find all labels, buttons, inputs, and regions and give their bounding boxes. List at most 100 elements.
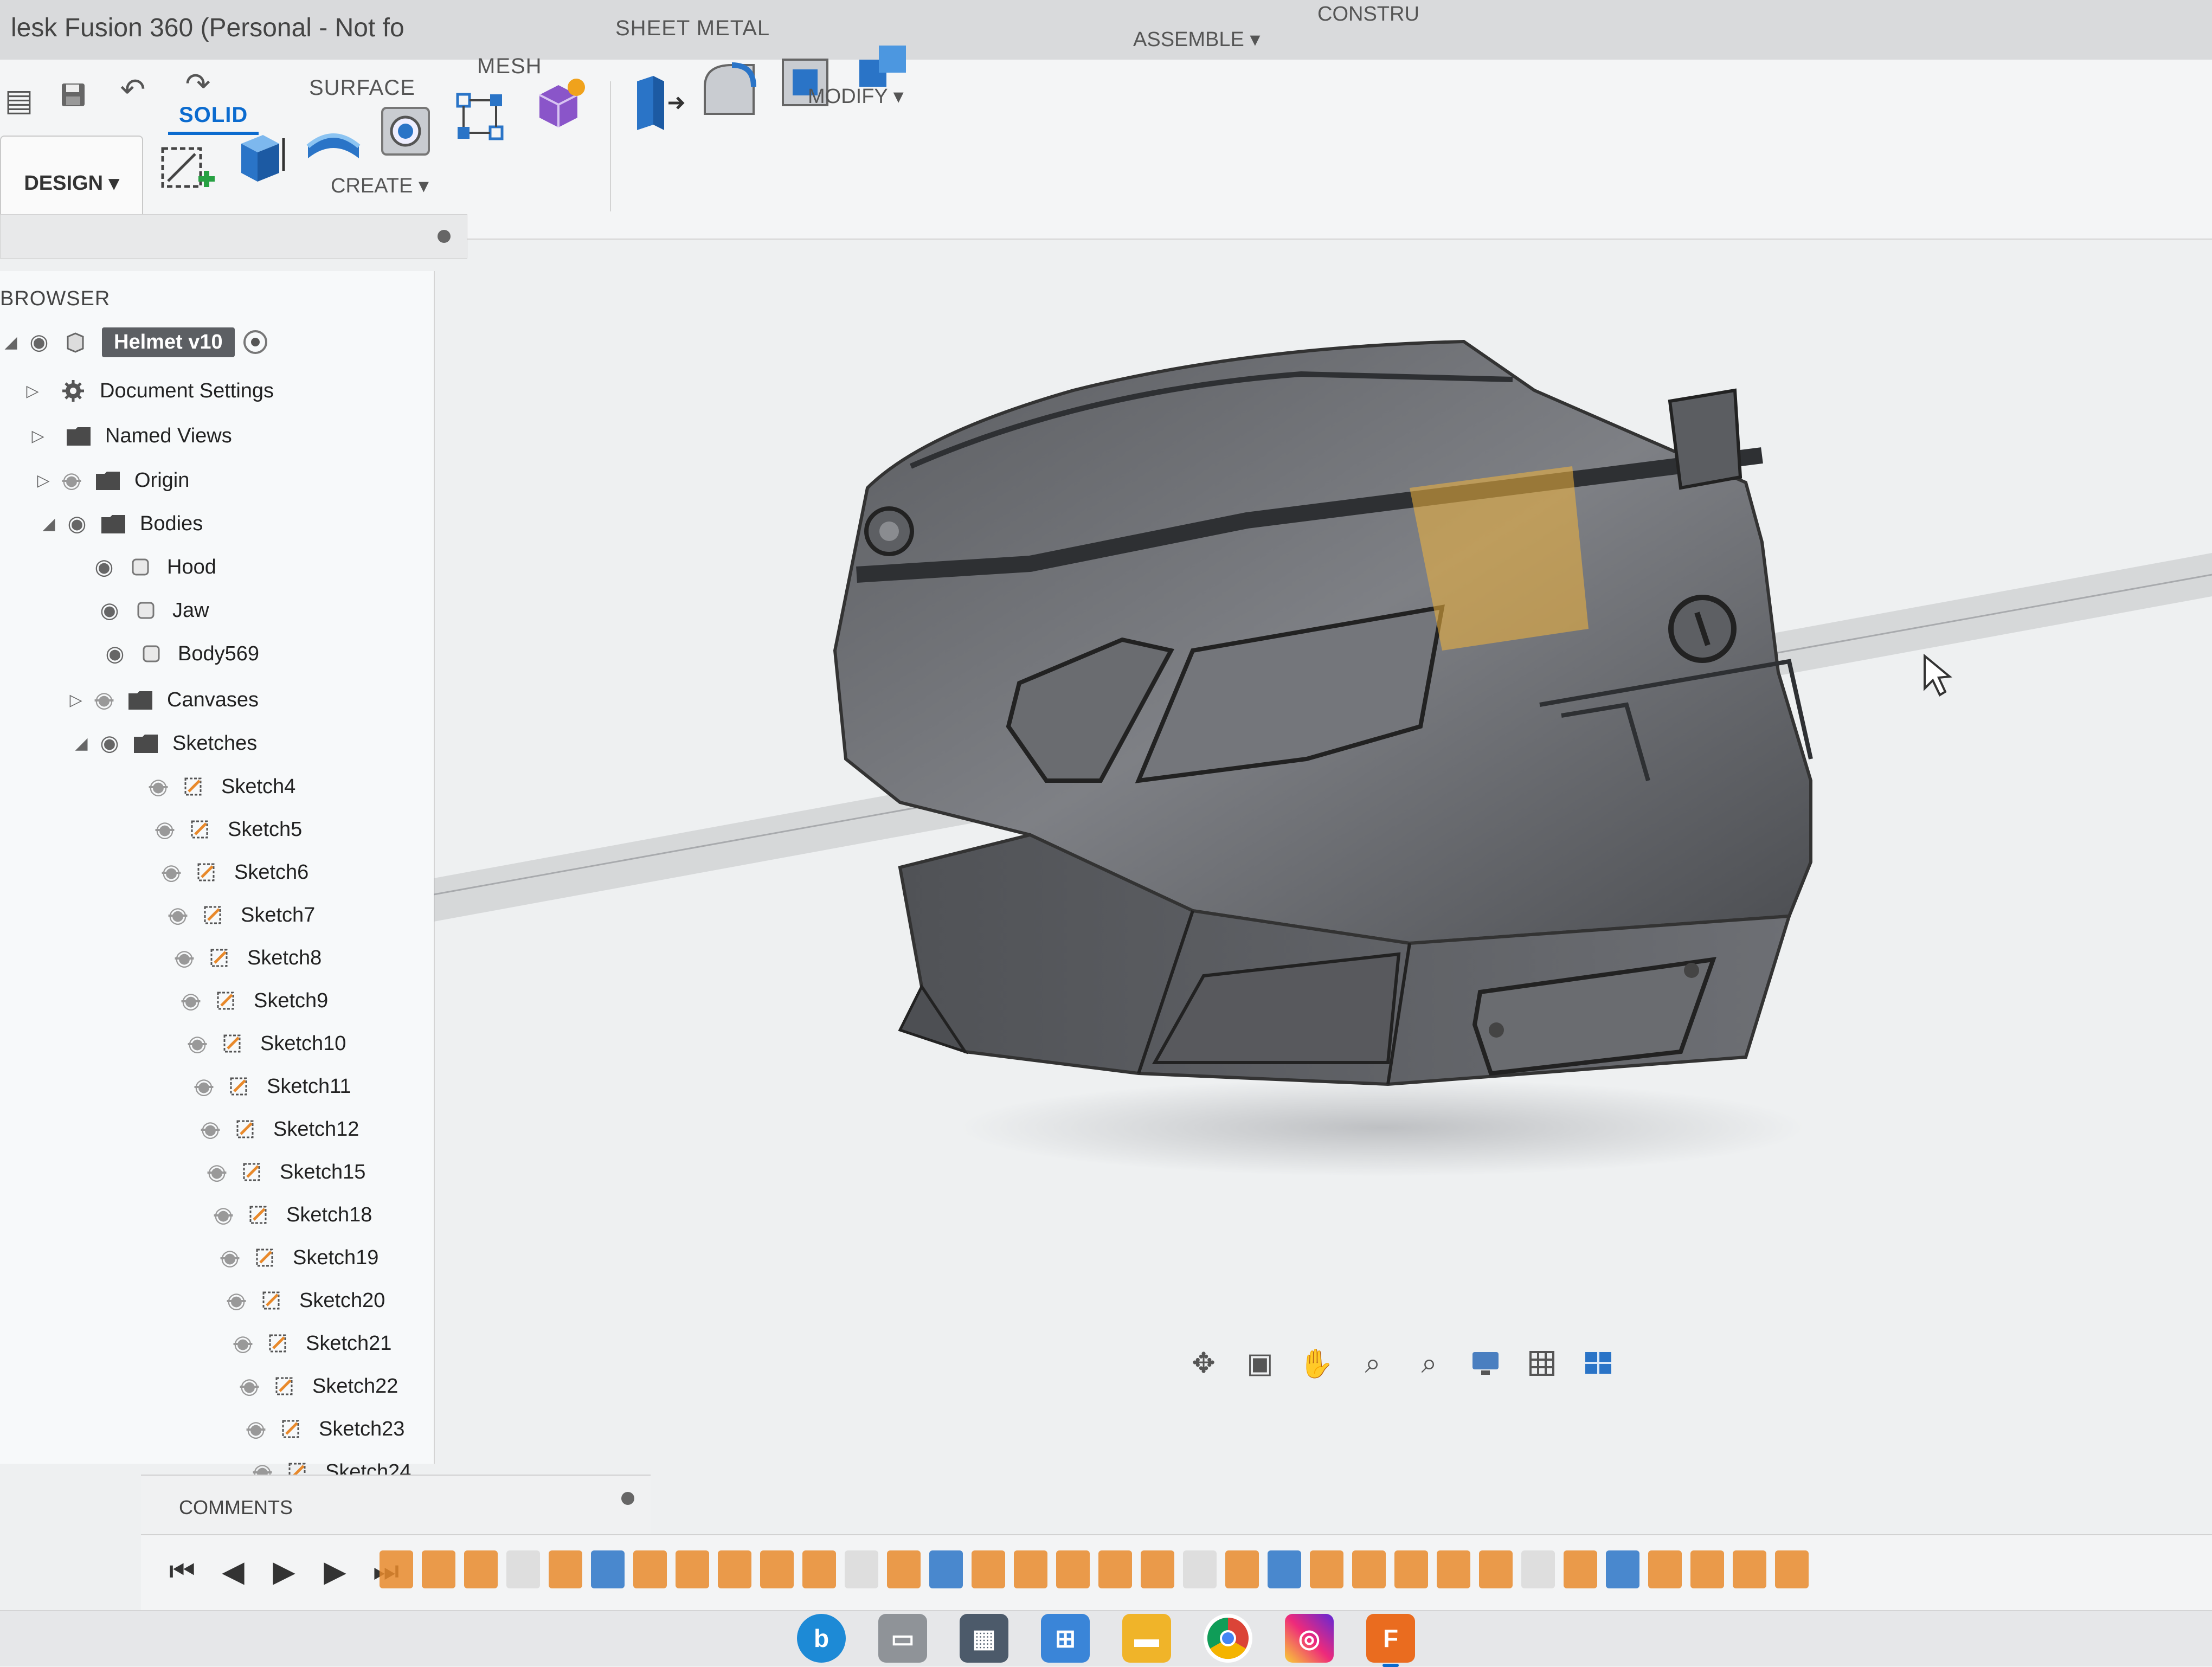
file-explorer-icon[interactable]: ▬	[1122, 1614, 1171, 1663]
step-forward-icon[interactable]: ▶	[316, 1552, 355, 1591]
visibility-eye-icon[interactable]: ◉	[60, 511, 94, 536]
sketch-item[interactable]: ◉ Sketch22	[232, 1367, 398, 1406]
sketch-item[interactable]: ◉ Sketch21	[226, 1324, 392, 1363]
timeline-feature-icon[interactable]	[1690, 1550, 1724, 1588]
tab-sheet-metal[interactable]: SHEET METAL	[615, 16, 770, 41]
visibility-eye-icon[interactable]: ◉	[232, 1374, 267, 1399]
extrude-icon[interactable]	[230, 127, 290, 187]
visibility-eye-icon[interactable]: ◉	[206, 1202, 241, 1227]
visibility-eye-icon[interactable]: ◉	[87, 687, 121, 712]
press-pull-icon[interactable]	[626, 70, 686, 130]
timeline-feature-icon[interactable]	[1183, 1550, 1217, 1588]
display-settings-icon[interactable]	[1464, 1342, 1507, 1385]
sketch-item[interactable]: ◉ Sketch8	[167, 938, 322, 977]
bing-icon[interactable]: b	[797, 1614, 846, 1663]
visibility-eye-icon[interactable]: ◉	[98, 641, 132, 666]
sketch-item[interactable]: ◉ Sketch23	[239, 1409, 405, 1449]
browser-item-named-views[interactable]: ▷ Named Views	[27, 416, 232, 455]
sketch-item[interactable]: ◉ Sketch11	[187, 1067, 351, 1106]
timeline-feature-icon[interactable]	[676, 1550, 709, 1588]
redo-icon[interactable]: ↷	[179, 65, 217, 103]
visibility-eye-icon[interactable]: ◉	[22, 330, 56, 355]
orbit-icon[interactable]: ✥	[1182, 1342, 1225, 1385]
timeline-feature-icon[interactable]	[549, 1550, 582, 1588]
create-menu[interactable]: CREATE ▾	[331, 173, 429, 198]
browser-item-body-body569[interactable]: ◉ Body569	[98, 634, 259, 673]
sketch-item[interactable]: ◉ Sketch4	[141, 767, 296, 806]
expand-icon[interactable]: ▷	[22, 382, 43, 401]
timeline-feature-icon[interactable]	[1648, 1550, 1682, 1588]
assemble-menu[interactable]: ASSEMBLE ▾	[1133, 27, 1261, 52]
sketch-item[interactable]: ◉ Sketch12	[193, 1110, 359, 1149]
chrome-icon[interactable]	[1204, 1614, 1252, 1663]
browser-item-origin[interactable]: ▷ ◉ Origin	[33, 461, 189, 500]
timeline-feature-icon[interactable]	[1056, 1550, 1090, 1588]
window-icon[interactable]: ▭	[878, 1614, 927, 1663]
calculator-icon[interactable]: ▦	[960, 1614, 1008, 1663]
timeline-feature-icon[interactable]	[760, 1550, 794, 1588]
timeline-feature-icon[interactable]	[1310, 1550, 1343, 1588]
collapse-icon[interactable]: ◢	[70, 734, 92, 753]
visibility-eye-icon[interactable]: ◉	[147, 817, 182, 842]
timeline-feature-icon[interactable]	[972, 1550, 1005, 1588]
browser-item-bodies[interactable]: ◢ ◉ Bodies	[38, 504, 203, 543]
browser-item-body-jaw[interactable]: ◉ Jaw	[92, 591, 209, 630]
viewports-icon[interactable]	[1577, 1342, 1620, 1385]
visibility-eye-icon[interactable]: ◉	[213, 1245, 247, 1270]
collapse-icon[interactable]: ◢	[38, 514, 60, 533]
sketch-item[interactable]: ◉ Sketch15	[200, 1153, 366, 1192]
mesh-insert-icon[interactable]	[529, 73, 588, 133]
visibility-eye-icon[interactable]: ◉	[160, 903, 195, 928]
comments-panel[interactable]: COMMENTS	[141, 1475, 651, 1535]
timeline-feature-icon[interactable]	[1352, 1550, 1386, 1588]
timeline-feature-icon[interactable]	[1014, 1550, 1047, 1588]
visibility-eye-icon[interactable]: ◉	[239, 1417, 273, 1441]
undo-icon[interactable]: ↶	[114, 70, 152, 108]
browser-item-canvases[interactable]: ▷ ◉ Canvases	[65, 680, 259, 719]
browser-item-document-settings[interactable]: ▷ Document Settings	[22, 371, 274, 410]
timeline-feature-icon[interactable]	[506, 1550, 540, 1588]
timeline-feature-icon[interactable]	[1141, 1550, 1174, 1588]
expand-icon[interactable]: ▷	[33, 471, 54, 490]
play-icon[interactable]: ▶	[265, 1552, 304, 1591]
sketch-item[interactable]: ◉ Sketch20	[219, 1281, 385, 1320]
visibility-eye-icon[interactable]: ◉	[173, 988, 208, 1013]
look-at-icon[interactable]: ▣	[1238, 1342, 1282, 1385]
create-sketch-icon[interactable]	[157, 141, 217, 201]
form-icon[interactable]	[450, 87, 510, 146]
revolve-icon[interactable]	[304, 114, 363, 173]
visibility-eye-icon[interactable]: ◉	[226, 1331, 260, 1356]
timeline-feature-icon[interactable]	[1225, 1550, 1259, 1588]
fusion360-icon[interactable]: F	[1366, 1614, 1415, 1667]
timeline-feature-icon[interactable]	[1775, 1550, 1809, 1588]
timeline-feature-icon[interactable]	[1564, 1550, 1597, 1588]
timeline-feature-icon[interactable]	[1268, 1550, 1301, 1588]
timeline-feature-icon[interactable]	[1606, 1550, 1639, 1588]
timeline-feature-icon[interactable]	[1394, 1550, 1428, 1588]
timeline-feature-icon[interactable]	[464, 1550, 498, 1588]
timeline-feature-icon[interactable]	[718, 1550, 751, 1588]
sketch-item[interactable]: ◉ Sketch7	[160, 896, 316, 935]
sketch-item[interactable]: ◉ Sketch18	[206, 1195, 372, 1234]
sketch-item[interactable]: ◉ Sketch19	[213, 1238, 379, 1277]
timeline-feature-icon[interactable]	[380, 1550, 413, 1588]
instagram-icon[interactable]: ◎	[1285, 1614, 1334, 1663]
timeline-feature-icon[interactable]	[1521, 1550, 1555, 1588]
timeline-feature-icon[interactable]	[929, 1550, 963, 1588]
visibility-eye-icon[interactable]: ◉	[200, 1160, 234, 1185]
timeline-feature-icon[interactable]	[591, 1550, 625, 1588]
expand-icon[interactable]: ▷	[65, 691, 87, 710]
timeline-feature-icon[interactable]	[633, 1550, 667, 1588]
construct-menu[interactable]: CONSTRU	[1317, 3, 1419, 26]
visibility-eye-icon[interactable]: ◉	[141, 774, 176, 799]
hole-icon[interactable]	[377, 100, 436, 160]
browser-item-body-hood[interactable]: ◉ Hood	[87, 548, 216, 587]
timeline-feature-icon[interactable]	[887, 1550, 921, 1588]
go-to-start-icon[interactable]: ⏮	[163, 1552, 202, 1591]
save-icon[interactable]	[54, 76, 92, 114]
sketch-item[interactable]: ◉ Sketch9	[173, 981, 329, 1020]
visibility-eye-icon[interactable]: ◉	[87, 555, 121, 580]
visibility-eye-icon[interactable]: ◉	[219, 1288, 254, 1313]
sketch-item[interactable]: ◉ Sketch6	[154, 853, 309, 892]
visibility-eye-icon[interactable]: ◉	[92, 731, 127, 756]
